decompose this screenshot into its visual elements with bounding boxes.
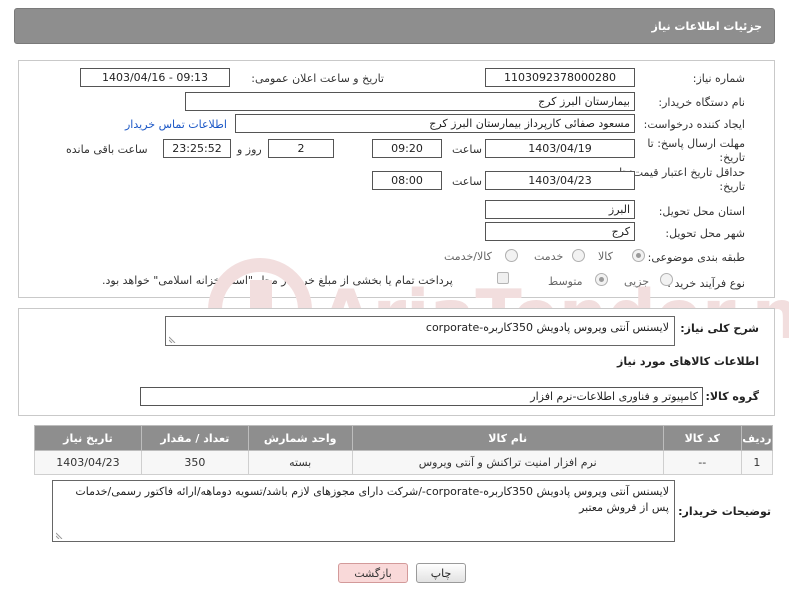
col-qty: تعداد / مقدار [140, 425, 249, 451]
subject-radio-service-label: خدمت [534, 250, 564, 263]
purchase-radio-medium-label: متوسط [548, 275, 583, 288]
reply-time-field: 09:20 [372, 139, 442, 158]
subject-radio-service[interactable] [572, 249, 585, 262]
price-validity-time-field: 08:00 [372, 171, 442, 190]
remaining-days-field: 2 [268, 139, 334, 158]
subject-radio-goods-label: کالا [598, 250, 613, 263]
buyer-notes-field[interactable]: لایسنس آنتی ویروس پادویش 350کاربره-corpo… [52, 480, 675, 542]
price-validity-date-field: 1403/04/23 [485, 171, 635, 190]
requester-label: ایجاد کننده درخواست: [643, 118, 745, 131]
col-date: تاریخ نیاز [34, 425, 142, 451]
purchase-radio-medium[interactable] [595, 273, 608, 286]
col-unit: واحد شمارش [247, 425, 353, 451]
resize-handle-icon[interactable] [169, 335, 177, 343]
print-button[interactable]: چاپ [416, 563, 466, 583]
back-button[interactable]: بازگشت [338, 563, 408, 583]
col-name: نام کالا [351, 425, 664, 451]
reply-deadline-label: مهلت ارسال پاسخ: تا تاریخ: [647, 137, 745, 164]
items-table: ردیف کد کالا نام کالا واحد شمارش تعداد /… [34, 425, 774, 475]
reply-date-field: 1403/04/19 [485, 139, 635, 158]
col-row: ردیف [740, 425, 774, 451]
cell-name: نرم افزار امنیت تراکنش و آنتی ویروس [351, 450, 664, 475]
delivery-city-field: کرج [485, 222, 635, 241]
purchase-radio-minor-label: جزیی [624, 275, 650, 288]
need-number-field: 1103092378000280 [485, 68, 635, 87]
price-validity-time-label: ساعت [452, 175, 482, 188]
col-code: کد کالا [662, 425, 742, 451]
subject-class-label: طبقه بندی موضوعی: [647, 251, 745, 264]
reply-time-label: ساعت [452, 143, 482, 156]
subject-radio-goods-service[interactable] [505, 249, 518, 262]
cell-qty: 350 [140, 450, 249, 475]
goods-group-field: کامپیوتر و فناوری اطلاعات-نرم افزار [140, 387, 703, 406]
table-header-row: ردیف کد کالا نام کالا واحد شمارش تعداد /… [34, 425, 774, 451]
table-row: 1 -- نرم افزار امنیت تراکنش و آنتی ویروس… [34, 450, 774, 475]
buyer-org-field: بیمارستان البرز کرج [185, 92, 635, 111]
need-description-label: شرح کلی نیاز: [680, 322, 759, 335]
cell-unit: بسته [247, 450, 353, 475]
need-description-field[interactable]: لایسنس آنتی ویروس پادویش 350کاربره-corpo… [165, 316, 675, 346]
need-number-label: شماره نیاز: [692, 72, 745, 85]
goods-group-label: گروه کالا: [705, 390, 759, 403]
purchase-type-label: نوع فرآیند خرید : [667, 277, 745, 290]
remaining-time-label: ساعت باقی مانده [66, 143, 148, 156]
remaining-time-field: 23:25:52 [163, 139, 231, 158]
cell-row: 1 [740, 450, 774, 475]
page-header: جزئیات اطلاعات نیاز [14, 8, 775, 44]
subject-radio-goods-service-label: کالا/خدمت [444, 250, 492, 263]
page-title: جزئیات اطلاعات نیاز [651, 19, 763, 33]
cell-code: -- [662, 450, 742, 475]
buyer-org-label: نام دستگاه خریدار: [658, 96, 745, 109]
delivery-province-label: استان محل تحویل: [658, 205, 745, 218]
goods-section-title: اطلاعات کالاهای مورد نیاز [617, 355, 759, 368]
buyer-contact-link[interactable]: اطلاعات تماس خریدار [125, 118, 227, 131]
treasury-bonds-note: پرداخت تمام یا بخشی از مبلغ خرید،از محل … [102, 274, 453, 287]
purchase-radio-minor[interactable] [660, 273, 673, 286]
announce-datetime-label: تاریخ و ساعت اعلان عمومی: [251, 72, 384, 85]
announce-datetime-field: 1403/04/16 - 09:13 [80, 68, 230, 87]
requester-field: مسعود صفائی کارپرداز بیمارستان البرز کرج [235, 114, 635, 133]
days-label: روز و [237, 143, 262, 156]
price-validity-label: حداقل تاریخ اعتبار قیمت: تا تاریخ: [619, 166, 745, 193]
cell-date: 1403/04/23 [34, 450, 142, 475]
delivery-city-label: شهر محل تحویل: [665, 227, 745, 240]
treasury-bonds-checkbox[interactable] [497, 272, 509, 284]
delivery-province-field: البرز [485, 200, 635, 219]
buyer-notes-label: توضیحات خریدار: [678, 505, 771, 518]
resize-handle-icon[interactable] [56, 531, 64, 539]
subject-radio-goods[interactable] [632, 249, 645, 262]
